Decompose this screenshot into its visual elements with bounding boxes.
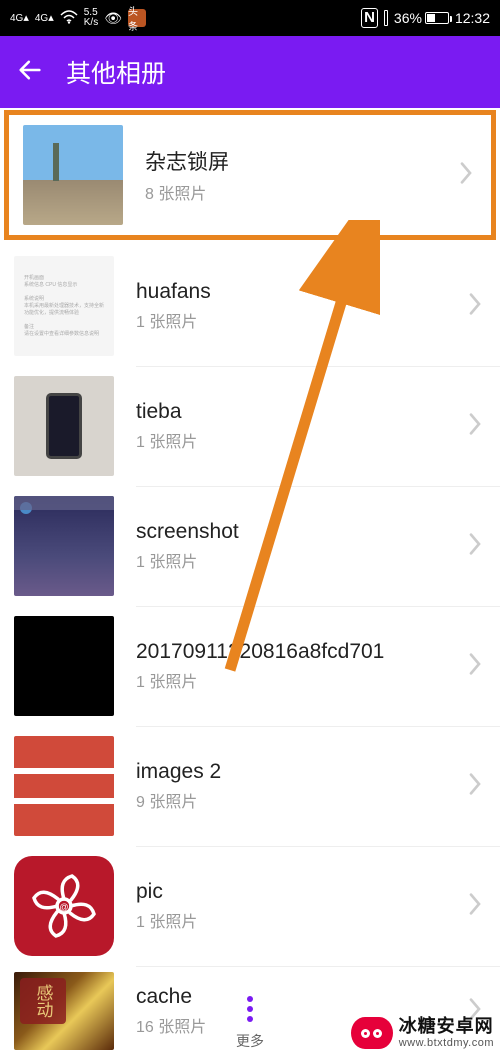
nfc-icon: N [361,8,378,28]
more-dots-icon [241,990,259,1028]
album-title: images 2 [136,760,460,784]
album-thumbnail [23,125,123,225]
watermark-url: www.btxtdmy.com [399,1037,494,1049]
album-item-pic[interactable]: @ pic 1 张照片 [0,846,500,966]
album-list: 杂志锁屏 8 张照片 开机画面系统信息 CPU 信息显示系统说明本机采用最新处理… [0,110,500,1056]
album-item-screenshot[interactable]: screenshot 1 张照片 [0,486,500,606]
chevron-right-icon [468,772,482,801]
album-item-magazine-lock[interactable]: 杂志锁屏 8 张照片 [9,115,491,235]
app-header: 其他相册 [0,36,500,108]
album-thumbnail [14,496,114,596]
chevron-right-icon [468,652,482,681]
chevron-right-icon [468,412,482,441]
album-thumbnail [14,736,114,836]
watermark-logo [351,1017,393,1049]
album-item-images2[interactable]: images 2 9 张照片 [0,726,500,846]
album-thumbnail [14,616,114,716]
wifi-icon [60,10,78,27]
signal-2: 4G▴ [35,13,54,24]
page-title: 其他相册 [66,54,166,90]
net-speed: 5.5K/s [84,8,98,28]
album-count: 8 张照片 [145,180,451,204]
battery: 36% [394,10,449,26]
more-button[interactable]: 更多 [236,990,264,1051]
album-count: 1 张照片 [136,668,460,692]
toutiao-icon: 头条 [128,9,146,27]
status-right: N 36% 12:32 [361,8,490,28]
vibrate-icon [384,10,388,26]
album-item-huafans[interactable]: 开机画面系统信息 CPU 信息显示系统说明本机采用最新处理器技术，支持全新功能优… [0,246,500,366]
album-thumbnail: 开机画面系统信息 CPU 信息显示系统说明本机采用最新处理器技术，支持全新功能优… [14,256,114,356]
album-title: 20170911220816a8fcd701 [136,640,460,664]
album-item-tieba[interactable]: tieba 1 张照片 [0,366,500,486]
more-label: 更多 [236,1031,264,1051]
album-count: 1 张照片 [136,548,460,572]
album-count: 1 张照片 [136,908,460,932]
highlight-annotation: 杂志锁屏 8 张照片 [4,110,496,240]
album-thumbnail: 感动 [14,972,114,1050]
album-thumbnail: @ [14,856,114,956]
signal-1: 4G▴ [10,13,29,24]
chevron-right-icon [468,292,482,321]
album-title: screenshot [136,520,460,544]
album-title: tieba [136,400,460,424]
chevron-right-icon [459,161,473,190]
album-thumbnail [14,376,114,476]
eye-comfort-icon: 👁 [104,10,122,27]
album-count: 1 张照片 [136,428,460,452]
album-title: 杂志锁屏 [145,146,451,176]
album-count: 1 张照片 [136,308,460,332]
watermark-cn: 冰糖安卓网 [399,1017,494,1037]
battery-icon [425,12,449,24]
battery-pct: 36% [394,10,422,26]
watermark: 冰糖安卓网 www.btxtdmy.com [351,1017,494,1049]
status-bar: 4G▴ 4G▴ 5.5K/s 👁 头条 N 36% 12:32 [0,0,500,36]
svg-text:@: @ [59,902,68,912]
album-title: cache [136,985,460,1009]
chevron-right-icon [468,532,482,561]
status-left: 4G▴ 4G▴ 5.5K/s 👁 头条 [10,8,146,28]
back-button[interactable] [16,56,44,89]
chevron-right-icon [468,892,482,921]
album-item-hash[interactable]: 20170911220816a8fcd701 1 张照片 [0,606,500,726]
album-count: 9 张照片 [136,788,460,812]
album-title: pic [136,880,460,904]
album-title: huafans [136,280,460,304]
clock: 12:32 [455,10,490,26]
